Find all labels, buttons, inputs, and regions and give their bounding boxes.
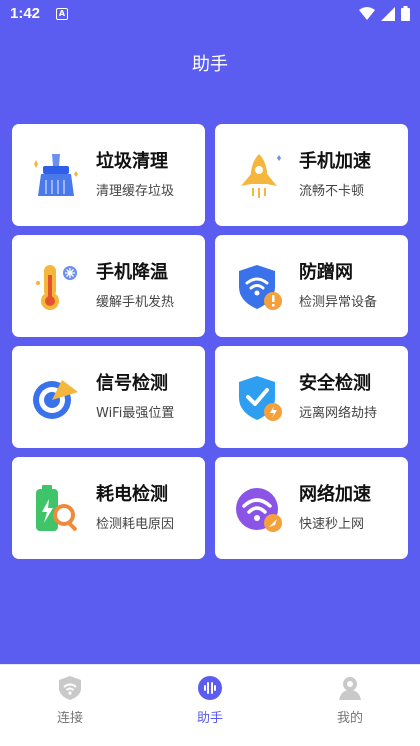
tab-label: 我的: [336, 711, 363, 726]
card-junk-clean[interactable]: 垃圾清理 清理缓存垃圾: [12, 124, 205, 226]
card-subtitle: 缓解手机发热: [96, 295, 175, 310]
notification-a-icon: A: [56, 8, 68, 20]
signal-radar-icon: [33, 380, 78, 419]
card-phone-cool[interactable]: 手机降温 缓解手机发热: [12, 235, 205, 337]
card-title: 网络加速: [299, 484, 371, 505]
page-title: 助手: [192, 54, 228, 75]
profile-icon: [339, 677, 361, 700]
thermometer-icon: [36, 265, 77, 310]
broom-icon: [34, 154, 78, 196]
card-title: 手机加速: [299, 151, 371, 172]
assistant-voice-icon: [198, 676, 222, 700]
card-subtitle: 远离网络劫持: [299, 406, 378, 421]
card-subtitle: 清理缓存垃圾: [96, 184, 175, 199]
card-subtitle: 快速秒上网: [299, 517, 365, 532]
card-signal-check[interactable]: 信号检测 WiFi最强位置: [12, 346, 205, 448]
card-title: 安全检测: [299, 373, 371, 394]
tab-connect[interactable]: 连接: [20, 675, 120, 735]
card-title: 垃圾清理: [96, 151, 168, 172]
security-shield-icon: [239, 376, 282, 421]
card-phone-boost[interactable]: 手机加速 流畅不卡顿: [215, 124, 408, 226]
card-subtitle: WiFi最强位置: [96, 406, 175, 421]
tab-label: 连接: [56, 711, 83, 726]
wifi-rocket-icon: [236, 488, 282, 532]
wifi-shield-icon: [239, 265, 282, 310]
card-title: 耗电检测: [96, 484, 168, 505]
battery-icon: [401, 6, 410, 21]
rocket-icon: [241, 154, 281, 198]
battery-search-icon: [36, 485, 77, 531]
card-title: 防蹭网: [299, 262, 353, 283]
card-network-boost[interactable]: 网络加速 快速秒上网: [215, 457, 408, 559]
card-title: 信号检测: [96, 373, 168, 394]
card-security-check[interactable]: 安全检测 远离网络劫持: [215, 346, 408, 448]
cell-signal-icon: [381, 6, 395, 21]
tab-label: 助手: [196, 711, 223, 726]
tab-mine[interactable]: 我的: [300, 675, 400, 735]
shield-wifi-icon: [59, 676, 81, 700]
tab-assistant[interactable]: 助手: [160, 675, 260, 735]
status-time: 1:42: [10, 5, 41, 22]
card-subtitle: 检测耗电原因: [96, 517, 175, 532]
bottom-tab-bar: 连接 助手 我的: [0, 664, 420, 746]
card-power-check[interactable]: 耗电检测 检测耗电原因: [12, 457, 205, 559]
status-bar: 1:42 A: [0, 0, 420, 28]
wifi-status-icon: [359, 6, 375, 20]
card-title: 手机降温: [96, 262, 168, 283]
card-subtitle: 检测异常设备: [299, 295, 378, 310]
card-anti-leech[interactable]: 防蹭网 检测异常设备: [215, 235, 408, 337]
card-subtitle: 流畅不卡顿: [299, 184, 365, 199]
status-icons: [359, 6, 410, 21]
